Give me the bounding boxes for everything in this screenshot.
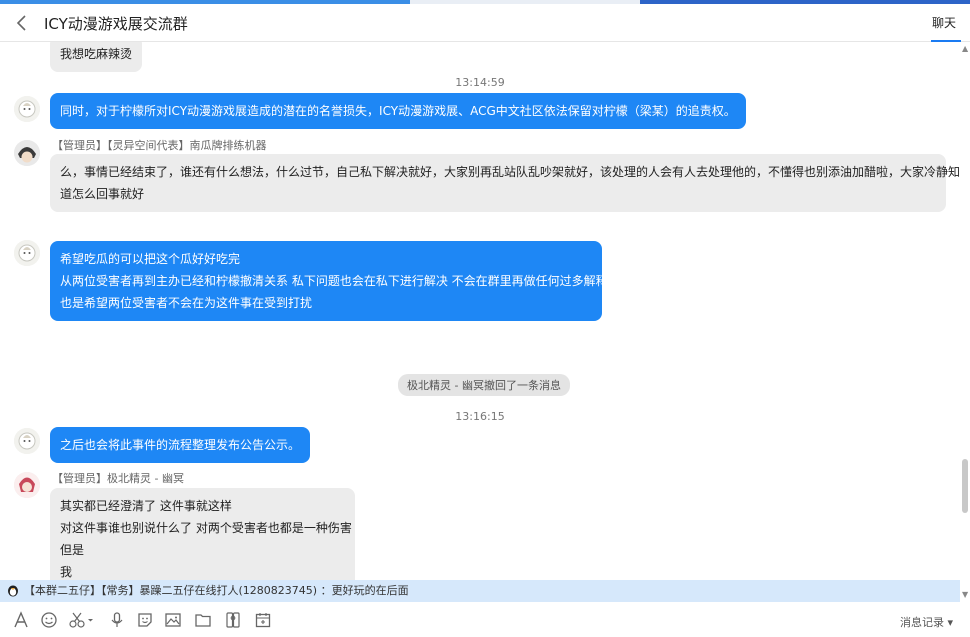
message-bubble: 之后也会将此事件的流程整理发布公告公示。 <box>50 427 311 463</box>
avatar-illustration-icon <box>14 96 40 122</box>
chat-header: ICY动漫游戏展交流群 聊天 <box>0 4 970 42</box>
sender-name: 【管理员】极北精灵 - 幽冥 <box>52 472 184 485</box>
history-dropdown-icon: ▾ <box>947 616 954 629</box>
message-text: 其实都已经澄清了 这件事就这样 <box>60 499 232 513</box>
avatar-illustration-icon <box>14 140 40 166</box>
message-text: 希望吃瓜的可以把这个瓜好好吃完 <box>60 252 241 266</box>
scroll-down-icon[interactable]: ▼ <box>962 590 968 599</box>
message-bubble: 希望吃瓜的可以把这个瓜好好吃完 从两位受害者再到主办已经和柠檬撤清关系 私下问题… <box>50 241 608 321</box>
system-notice: 极北精灵 - 幽冥撤回了一条消息 <box>398 374 570 396</box>
message-text: 之后也会将此事件的流程整理发布公告公示。 <box>60 438 301 452</box>
sticker-icon[interactable] <box>136 611 154 629</box>
emoji-icon[interactable] <box>40 611 58 629</box>
input-toolbar: 消息记录 ▾ <box>0 603 970 637</box>
image-icon[interactable] <box>164 611 182 629</box>
message-bubble: 其实都已经澄清了 这件事就这样 对这件事谁也别说什么了 对两个受害者也都是一种伤… <box>50 488 355 580</box>
message-text: 从两位受害者再到主办已经和柠檬撤清关系 私下问题也会在私下进行解决 不会在群里再… <box>60 274 608 288</box>
back-arrow-icon[interactable] <box>14 13 30 33</box>
message-history-link[interactable]: 消息记录 ▾ <box>900 614 953 630</box>
avatar[interactable] <box>14 140 40 166</box>
avatar[interactable] <box>14 472 40 498</box>
avatar-illustration-icon <box>14 428 40 454</box>
message-text: 对这件事谁也别说什么了 对两个受害者也都是一种伤害 <box>60 521 352 535</box>
tab-chat[interactable]: 聊天 <box>932 14 956 31</box>
avatar-illustration-icon <box>14 240 40 266</box>
ticker-text: 【本群二五仔】【常务】暴躁二五仔在线打人(1280823745) ：更好玩的在后… <box>24 584 409 597</box>
message-text: 我想吃麻辣烫 <box>60 47 133 61</box>
scissors-icon[interactable] <box>68 611 96 629</box>
message-text: 道怎么回事就好 <box>60 187 145 201</box>
message-text: 也是希望两位受害者不会在为这件事在受到打扰 <box>60 296 313 310</box>
calendar-icon[interactable] <box>254 611 272 629</box>
message-list[interactable]: 我想吃麻辣烫 13:14:59 同时，对于柠檬所对ICY动漫游戏展造成的潜在的名… <box>0 42 960 580</box>
timestamp: 13:16:15 <box>455 410 505 423</box>
scroll-up-icon[interactable]: ▲ <box>962 44 968 53</box>
message-text: 但是 <box>60 543 85 557</box>
folder-icon[interactable] <box>194 611 212 629</box>
announcement-ticker[interactable]: 【本群二五仔】【常务】暴躁二五仔在线打人(1280823745) ：更好玩的在后… <box>0 580 960 602</box>
penguin-icon <box>8 585 18 597</box>
history-label: 消息记录 <box>900 616 944 629</box>
avatar-illustration-icon <box>14 472 40 498</box>
microphone-icon[interactable] <box>108 611 126 629</box>
message-bubble: 我想吃麻辣烫 <box>50 42 143 72</box>
timestamp: 13:14:59 <box>455 76 505 89</box>
message-text: 么，事情已经结束了，谁还有什么想法，什么过节，自己私下解决就好，大家别再乱站队乱… <box>60 165 960 179</box>
message-scrollbar[interactable]: ▲ ▼ <box>960 42 970 599</box>
avatar[interactable] <box>14 428 40 454</box>
message-bubble: 同时，对于柠檬所对ICY动漫游戏展造成的潜在的名誉损失，ICY动漫游戏展、ACG… <box>50 93 746 129</box>
scroll-thumb[interactable] <box>962 459 968 513</box>
avatar[interactable] <box>14 240 40 266</box>
group-title: ICY动漫游戏展交流群 <box>44 15 188 33</box>
avatar[interactable] <box>14 96 40 122</box>
message-text: 我 <box>60 565 73 579</box>
message-text: 同时，对于柠檬所对ICY动漫游戏展造成的潜在的名誉损失，ICY动漫游戏展、ACG… <box>60 104 736 118</box>
sender-name: 【管理员】【灵异空间代表】南瓜牌排练机器 <box>52 139 267 152</box>
red-packet-icon[interactable] <box>224 611 242 629</box>
font-icon[interactable] <box>12 611 30 629</box>
message-bubble: 么，事情已经结束了，谁还有什么想法，什么过节，自己私下解决就好，大家别再乱站队乱… <box>50 154 960 212</box>
